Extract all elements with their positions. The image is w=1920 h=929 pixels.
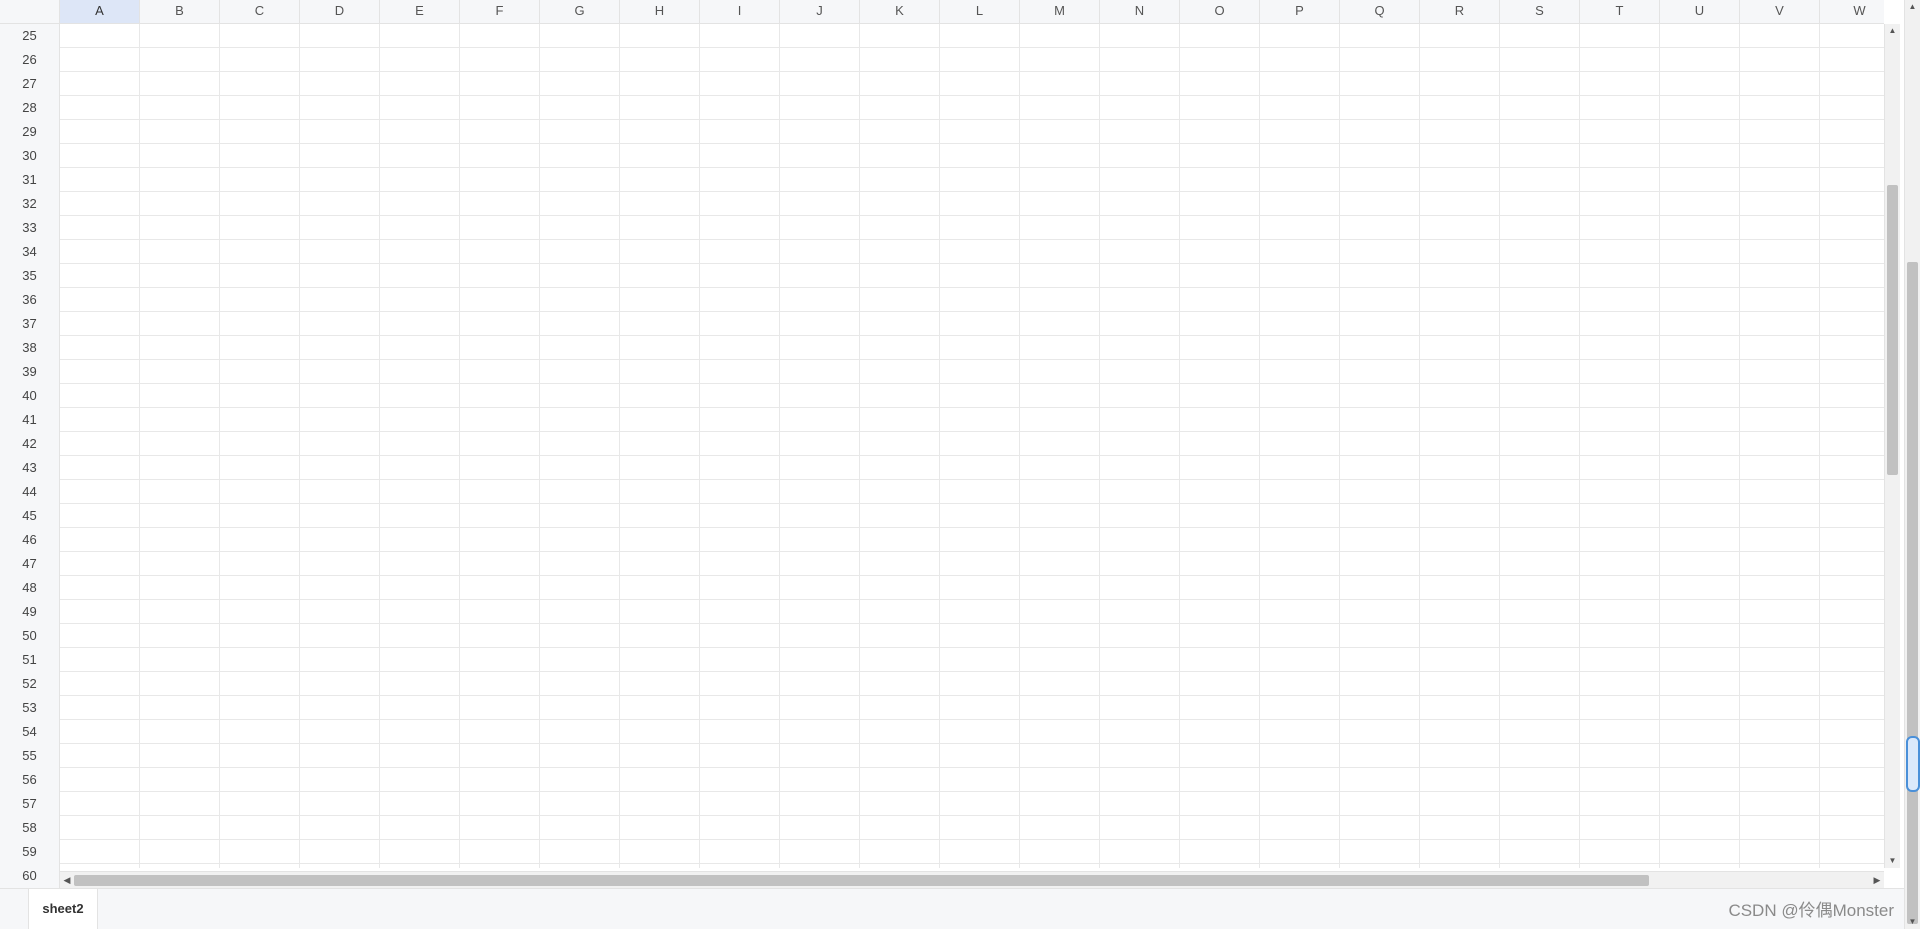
column-header-t[interactable]: T (1580, 0, 1660, 23)
column-header-o[interactable]: O (1180, 0, 1260, 23)
column-header-u[interactable]: U (1660, 0, 1740, 23)
row-header-37[interactable]: 37 (0, 312, 59, 336)
row-header-44[interactable]: 44 (0, 480, 59, 504)
page-scroll-thumb[interactable] (1907, 262, 1918, 924)
row-header-55[interactable]: 55 (0, 744, 59, 768)
column-header-b[interactable]: B (140, 0, 220, 23)
row-header-39[interactable]: 39 (0, 360, 59, 384)
row-header-28[interactable]: 28 (0, 96, 59, 120)
row-header-38[interactable]: 38 (0, 336, 59, 360)
scroll-down-arrow-icon[interactable]: ▼ (1885, 854, 1900, 868)
row-header-35[interactable]: 35 (0, 264, 59, 288)
row-header-46[interactable]: 46 (0, 528, 59, 552)
scroll-up-arrow-icon[interactable]: ▲ (1885, 24, 1900, 38)
column-header-v[interactable]: V (1740, 0, 1820, 23)
grid-vertical-scrollbar[interactable]: ▲ ▼ (1884, 24, 1900, 868)
column-header-i[interactable]: I (700, 0, 780, 23)
page-scroll-up-arrow-icon[interactable]: ▲ (1905, 0, 1920, 14)
row-header-48[interactable]: 48 (0, 576, 59, 600)
row-header-41[interactable]: 41 (0, 408, 59, 432)
page-vertical-scrollbar[interactable]: ▲ ▼ (1904, 0, 1920, 929)
column-header-g[interactable]: G (540, 0, 620, 23)
grid-horizontal-scrollbar[interactable]: ◀ ▶ (60, 871, 1884, 888)
row-header-60[interactable]: 60 (0, 864, 59, 888)
row-header-57[interactable]: 57 (0, 792, 59, 816)
watermark: CSDN @伶偶Monster (1728, 901, 1894, 920)
vertical-scroll-thumb[interactable] (1887, 185, 1898, 476)
row-header-26[interactable]: 26 (0, 48, 59, 72)
row-header-30[interactable]: 30 (0, 144, 59, 168)
column-header-m[interactable]: M (1020, 0, 1100, 23)
sheet-tab-sheet2[interactable]: sheet2 (28, 889, 98, 929)
row-header-50[interactable]: 50 (0, 624, 59, 648)
column-header: ABCDEFGHIJKLMNOPQRSTUVW (60, 0, 1884, 24)
row-header-56[interactable]: 56 (0, 768, 59, 792)
row-header-31[interactable]: 31 (0, 168, 59, 192)
column-header-h[interactable]: H (620, 0, 700, 23)
cell-grid[interactable] (60, 24, 1884, 868)
page-scroll-handle[interactable] (1906, 735, 1920, 792)
column-header-q[interactable]: Q (1340, 0, 1420, 23)
column-header-s[interactable]: S (1500, 0, 1580, 23)
column-header-d[interactable]: D (300, 0, 380, 23)
sheet-tab-bar: sheet2 (0, 888, 1904, 929)
row-header-59[interactable]: 59 (0, 840, 59, 864)
row-header-58[interactable]: 58 (0, 816, 59, 840)
horizontal-scroll-thumb[interactable] (74, 875, 1649, 886)
column-header-l[interactable]: L (940, 0, 1020, 23)
column-header-w[interactable]: W (1820, 0, 1884, 23)
row-header-47[interactable]: 47 (0, 552, 59, 576)
scroll-right-arrow-icon[interactable]: ▶ (1870, 872, 1884, 888)
row-header-32[interactable]: 32 (0, 192, 59, 216)
row-header-34[interactable]: 34 (0, 240, 59, 264)
column-header-p[interactable]: P (1260, 0, 1340, 23)
row-header-40[interactable]: 40 (0, 384, 59, 408)
row-header-53[interactable]: 53 (0, 696, 59, 720)
scroll-left-arrow-icon[interactable]: ◀ (60, 872, 74, 888)
row-header-52[interactable]: 52 (0, 672, 59, 696)
row-header-45[interactable]: 45 (0, 504, 59, 528)
row-header-51[interactable]: 51 (0, 648, 59, 672)
column-header-k[interactable]: K (860, 0, 940, 23)
row-header-54[interactable]: 54 (0, 720, 59, 744)
row-header-49[interactable]: 49 (0, 600, 59, 624)
column-header-e[interactable]: E (380, 0, 460, 23)
column-header-r[interactable]: R (1420, 0, 1500, 23)
page-scroll-down-arrow-icon[interactable]: ▼ (1905, 915, 1920, 929)
column-header-j[interactable]: J (780, 0, 860, 23)
row-header-33[interactable]: 33 (0, 216, 59, 240)
row-header: 25 26 27 28 29 30 31 32 33 34 35 36 37 38 39 40 41 42 43 44… (0, 24, 60, 891)
select-all-corner[interactable] (0, 0, 60, 24)
row-header-25[interactable]: 25 (0, 24, 59, 48)
column-header-f[interactable]: F (460, 0, 540, 23)
row-header-29[interactable]: 29 (0, 120, 59, 144)
row-header-36[interactable]: 36 (0, 288, 59, 312)
column-header-c[interactable]: C (220, 0, 300, 23)
column-header-n[interactable]: N (1100, 0, 1180, 23)
row-header-27[interactable]: 27 (0, 72, 59, 96)
row-header-43[interactable]: 43 (0, 456, 59, 480)
row-header-42[interactable]: 42 (0, 432, 59, 456)
column-header-a[interactable]: A (60, 0, 140, 23)
